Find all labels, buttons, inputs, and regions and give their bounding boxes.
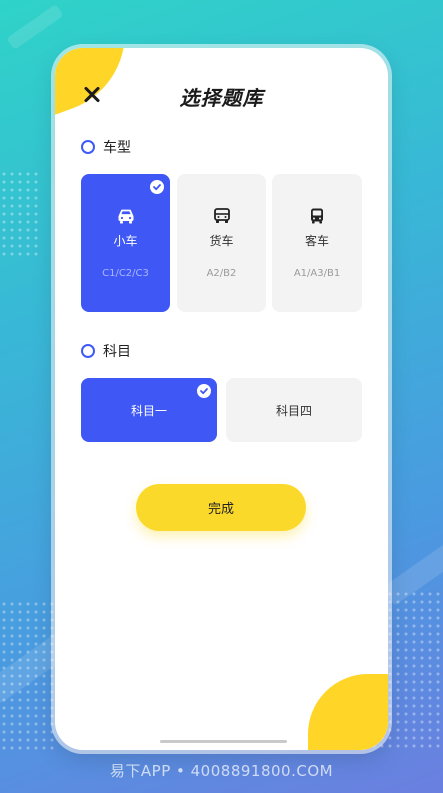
license-codes: A2/B2 <box>206 268 237 279</box>
background-dots <box>0 600 55 750</box>
vehicle-type-label[interactable]: 车型 <box>81 137 131 157</box>
license-codes: A1/A3/B1 <box>293 268 341 279</box>
page-title: 选择题库 <box>179 86 264 110</box>
subject-label-text: 科目 <box>103 344 131 360</box>
vehicle-option-car[interactable]: 小车 C1/C2/C3 <box>81 174 170 312</box>
check-icon <box>150 180 164 194</box>
license-codes: C1/C2/C3 <box>102 268 149 279</box>
footer-watermark: 易下APP • 4008891800.COM <box>109 762 334 780</box>
vehicle-name: 客车 <box>304 234 329 248</box>
decor-blob-bottom-right <box>308 674 388 750</box>
vehicle-name: 小车 <box>113 234 138 248</box>
subject-name: 科目四 <box>275 403 312 418</box>
truck-icon <box>213 208 230 223</box>
vehicle-option-bus[interactable]: 客车 A1/A3/B1 <box>272 174 362 312</box>
done-button[interactable]: 完成 <box>136 484 306 531</box>
radio-icon[interactable] <box>81 344 95 358</box>
subject-option-one[interactable]: 科目一 <box>81 378 217 442</box>
subject-option-four[interactable]: 科目四 <box>226 378 362 442</box>
subject-label[interactable]: 科目 <box>81 341 131 361</box>
bus-icon <box>311 208 323 224</box>
vehicle-name: 货车 <box>209 234 234 248</box>
home-indicator <box>160 740 287 743</box>
car-icon <box>118 209 133 224</box>
vehicle-type-label-text: 车型 <box>103 140 131 156</box>
radio-icon[interactable] <box>81 140 95 154</box>
phone-screen: 选择题库 车型 小车 C1/C2/C3 货车 A2/B2 客车 A1/A3/B1… <box>55 48 388 750</box>
subject-name: 科目一 <box>130 403 167 418</box>
background-stripe <box>6 4 64 50</box>
background-dots <box>0 170 40 260</box>
vehicle-option-truck[interactable]: 货车 A2/B2 <box>177 174 266 312</box>
check-icon <box>197 384 211 398</box>
